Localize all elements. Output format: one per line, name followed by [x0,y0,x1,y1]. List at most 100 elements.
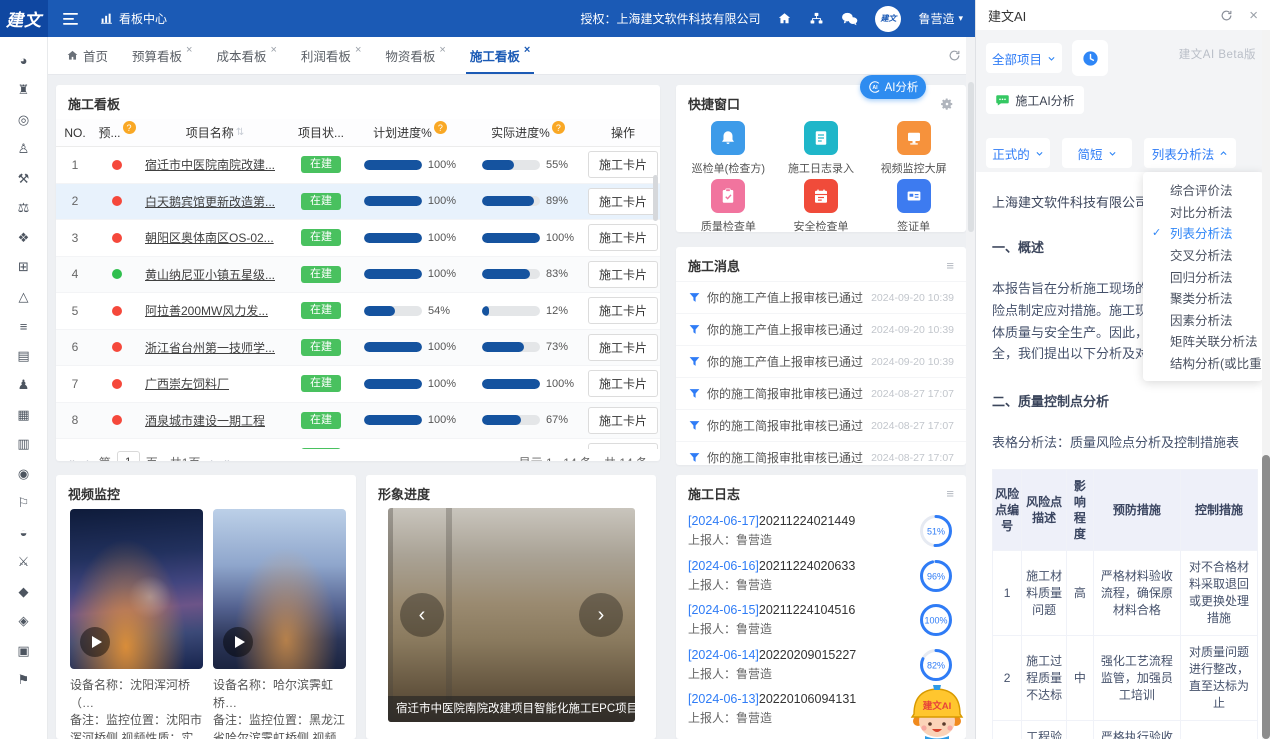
close-tab-icon[interactable]: × [270,44,276,56]
construction-card-button[interactable]: 施工卡片 [588,370,658,397]
project-link[interactable]: 酒泉城市建设一期工程 [145,412,265,429]
method-dropdown[interactable]: 列表分析法 [1144,138,1236,168]
menu-item-对比分析法[interactable]: 对比分析法 [1143,201,1263,223]
contract-doc-icon[interactable]: ▤ [0,341,47,371]
message-item[interactable]: 你的施工产值上报审核已通过2024-09-20 10:39 [676,281,966,313]
project-link[interactable]: 宿迁市中医院南院改建... [145,156,275,173]
close-tab-icon[interactable]: × [439,44,445,56]
log-doc-icon[interactable]: ▥ [0,430,47,460]
table-row[interactable]: 7广西崇左饲料厂在建100%100%施工卡片 [56,366,660,403]
main-scrollbar[interactable] [966,37,975,739]
list-more-icon[interactable]: ≡ [946,486,954,501]
certificate-icon[interactable]: ▣ [0,636,47,666]
message-item[interactable]: 你的施工简报审批审核已通过2024-08-27 17:07 [676,377,966,409]
labor-icon[interactable]: △ [0,282,47,312]
menu-item-结构分析(或比重分析[interactable]: 结构分析(或比重分析 [1143,352,1263,374]
construction-card-button[interactable]: 施工卡片 [588,297,658,324]
message-item[interactable]: 你的施工产值上报审核已通过2024-09-20 10:39 [676,313,966,345]
video-item[interactable]: 设备名称：哈尔滨霁虹桥…备注：监控位置：黑龙江省哈尔滨霁虹桥侧 视频性播放次数：… [213,509,346,739]
prev-page-button[interactable]: ‹ [85,455,89,461]
project-link[interactable]: 阿拉善200MW风力发... [145,302,268,319]
quick-log-entry[interactable]: 施工日志录入 [775,121,868,176]
menu-item-矩阵关联分析法[interactable]: 矩阵关联分析法 [1143,330,1263,352]
gear-icon[interactable] [940,97,954,111]
log-entry[interactable]: [2024-06-15]20211224104516上报人：鲁营造100% [676,598,966,643]
carousel-next-icon[interactable]: › [579,593,623,637]
quick-inspection-ticket[interactable]: 巡检单(检查方) [682,121,775,176]
gem-icon[interactable]: ◆ [0,577,47,607]
nav-item-dashboard-center[interactable]: 看板中心 [100,10,167,27]
close-tab-icon[interactable]: × [355,44,361,56]
video-thumbnail[interactable] [213,509,346,669]
menu-item-列表分析法[interactable]: ✓列表分析法 [1143,222,1263,244]
video-thumbnail[interactable] [70,509,203,669]
quick-quality-check[interactable]: 质量检查单 [682,179,775,232]
table-row[interactable]: 1宿迁市中医院南院改建...在建100%55%施工卡片 [56,147,660,184]
help-icon[interactable]: ? [552,121,565,134]
menu-item-聚类分析法[interactable]: 聚类分析法 [1143,287,1263,309]
menu-item-因素分析法[interactable]: 因素分析法 [1143,309,1263,331]
message-item[interactable]: 你的施工简报审批审核已通过2024-08-27 17:07 [676,441,966,465]
construction-card-button[interactable]: 施工卡片 [588,261,658,288]
play-icon[interactable] [223,627,253,657]
close-tab-icon[interactable]: × [186,44,192,56]
ai-mascot[interactable]: 建文AI [903,679,966,739]
tone-dropdown[interactable]: 正式的 [986,138,1050,168]
message-item[interactable]: 你的施工产值上报审核已通过2024-09-20 10:39 [676,345,966,377]
personnel-icon[interactable]: ♟ [0,371,47,401]
org-chart-icon[interactable] [809,11,824,26]
log-entry[interactable]: [2024-06-17]20211224021449上报人：鲁营造51% [676,509,966,554]
construction-ai-analysis-button[interactable]: 施工AI分析 [986,86,1084,114]
flag-icon[interactable]: ⚑ [0,666,47,696]
project-link[interactable]: 浙江省台州第一技师学... [145,339,275,356]
blocks-icon[interactable]: ❖ [0,223,47,253]
refresh-tabs-icon[interactable] [948,37,961,74]
length-dropdown[interactable]: 简短 [1062,138,1132,168]
table-row[interactable]: 3朝阳区奥体南区OS-02...在建100%100%施工卡片 [56,220,660,257]
progress-photo[interactable]: ‹ › 宿迁市中医院南院改建项目智能化施工EPC项目 [388,508,635,722]
panel-scrollbar-thumb[interactable] [1262,455,1270,739]
gavel-icon[interactable]: ⚔ [0,548,47,578]
project-link[interactable]: 朝阳区奥体南区OS-02... [145,229,274,246]
construction-card-button[interactable]: 施工卡片 [588,188,658,215]
project-filter-dropdown[interactable]: 全部项目 [986,43,1062,73]
tab-利润看板[interactable]: 利润看板× [289,37,373,74]
project-link[interactable]: 黄山纳尼亚小镇五星级... [145,266,275,283]
table-row[interactable]: 4黄山纳尼亚小镇五星级...在建100%83%施工卡片 [56,257,660,294]
hamburger-menu-icon[interactable] [63,13,78,25]
plan-calendar-icon[interactable]: ▦ [0,400,47,430]
target-icon[interactable]: ◎ [0,105,47,135]
construction-card-button[interactable]: 施工卡片 [588,443,658,449]
schedule-list-icon[interactable]: ≡ [0,312,47,342]
construction-card-button[interactable]: 施工卡片 [588,407,658,434]
project-link[interactable]: 广西崇左饲料厂 [145,375,229,392]
next-page-button[interactable]: › [210,455,214,461]
surveyor-icon[interactable]: ♙ [0,135,47,165]
water-drop-icon[interactable]: ◉ [0,459,47,489]
close-icon[interactable]: × [1249,7,1258,24]
menu-item-回归分析法[interactable]: 回归分析法 [1143,265,1263,287]
sort-icon[interactable]: ⇅ [236,127,244,138]
history-clock-button[interactable] [1072,40,1108,76]
table-row[interactable]: 6浙江省台州第一技师学...在建100%73%施工卡片 [56,330,660,367]
carousel-prev-icon[interactable]: ‹ [400,593,444,637]
shield-icon[interactable]: ◈ [0,607,47,637]
rostrum-icon[interactable]: ♜ [0,76,47,106]
ai-analysis-button[interactable]: AI AI分析 [860,75,926,99]
play-icon[interactable] [80,627,110,657]
quick-video-wall[interactable]: 视频监控大屏 [867,121,960,176]
wechat-icon[interactable] [841,11,858,26]
quick-visa-ticket[interactable]: 签证单 [867,179,960,232]
table-row[interactable]: 5阿拉善200MW风力发...在建54%12%施工卡片 [56,293,660,330]
log-entry[interactable]: [2024-06-16]20211224020633上报人：鲁营造96% [676,554,966,599]
list-more-icon[interactable]: ≡ [946,258,954,273]
page-number-input[interactable]: 1 [117,451,140,461]
video-item[interactable]: 设备名称：沈阳浑河桥（…备注：监控位置：沈阳市浑河桥侧 视频性质：实况摄播放次数… [70,509,203,739]
table-row[interactable]: 8酒泉城市建设一期工程在建100%67%施工卡片 [56,403,660,440]
construction-card-button[interactable]: 施工卡片 [588,334,658,361]
tab-预算看板[interactable]: 预算看板× [120,37,204,74]
equipment-icon[interactable]: ⊞ [0,253,47,283]
funds-icon[interactable]: ⚖ [0,194,47,224]
construction-card-button[interactable]: 施工卡片 [588,224,658,251]
tab-home[interactable]: 首页 [54,37,120,74]
